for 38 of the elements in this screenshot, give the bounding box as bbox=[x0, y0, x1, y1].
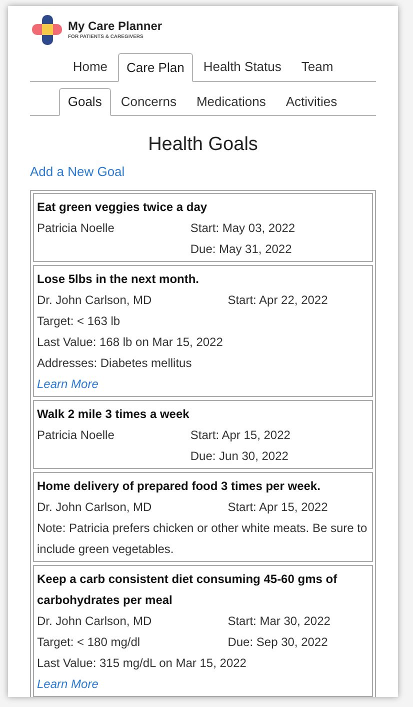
goal-date: Due: Jun 30, 2022 bbox=[190, 448, 290, 464]
tab[interactable]: Care Plan bbox=[118, 53, 194, 82]
goal-detail: Last Value: 315 mg/dL on Mar 15, 2022 bbox=[37, 654, 248, 672]
goal-title: Keep a carb consistent diet consuming 45-60 gms of carbohydrates per meal bbox=[37, 570, 338, 608]
goal-detail: Note: Patricia prefers chicken or other white meats. Be sure to include green vegetables. bbox=[37, 520, 368, 558]
goal-detail: Dr. John Carlson, MD bbox=[37, 292, 152, 308]
goal-detail: Target: < 180 mg/dl bbox=[37, 634, 142, 650]
goal-detail: Target: < 163 lb bbox=[37, 312, 122, 330]
tab[interactable]: Goals bbox=[58, 88, 111, 116]
goal-date: Due: Sep 30, 2022 bbox=[228, 634, 329, 650]
goal-date: Start: Mar 30, 2022 bbox=[228, 612, 332, 630]
goal-detail: Addresses: Diabetes mellitus bbox=[37, 354, 193, 372]
learn-more-link[interactable]: Learn More bbox=[37, 374, 369, 394]
goal-date: Start: Apr 22, 2022 bbox=[228, 292, 329, 308]
goal-detail: Last Value: 168 lb on Mar 15, 2022 bbox=[37, 334, 224, 350]
learn-more-link[interactable]: Learn More bbox=[37, 674, 369, 694]
goal-title: Eat green veggies twice a day bbox=[37, 198, 208, 216]
tab[interactable]: Health Status bbox=[193, 53, 292, 80]
goal-title: Lose 5lbs in the next month. bbox=[37, 270, 200, 288]
page-heading: Health Goals bbox=[147, 133, 259, 157]
goal-date: Start: Apr 15, 2022 bbox=[228, 498, 329, 516]
goal-date: Due: May 31, 2022 bbox=[190, 240, 293, 258]
goal-detail: Dr. John Carlson, MD bbox=[37, 612, 152, 630]
goal-date: Start: May 03, 2022 bbox=[190, 220, 296, 236]
tab[interactable]: Home bbox=[62, 53, 118, 80]
goal-title: Home delivery of prepared food 3 times per week. bbox=[37, 478, 322, 494]
goal-detail: Patricia Noelle bbox=[37, 220, 114, 236]
tab[interactable]: Activities bbox=[276, 88, 348, 115]
goal-title: Walk 2 mile 3 times a week bbox=[37, 406, 190, 422]
goal-detail: Patricia Noelle bbox=[37, 426, 114, 444]
tab[interactable]: Team bbox=[291, 53, 344, 80]
logo-icon bbox=[30, 14, 64, 46]
add-goal-link[interactable]: Add a New Goal bbox=[30, 162, 125, 182]
tab[interactable]: Concerns bbox=[110, 88, 186, 115]
app-title: My Care Planner bbox=[68, 20, 162, 32]
tab[interactable]: Medications bbox=[186, 88, 276, 115]
goal-date: Start: Apr 15, 2022 bbox=[190, 426, 292, 444]
goal-detail: Dr. John Carlson, MD bbox=[37, 498, 152, 516]
